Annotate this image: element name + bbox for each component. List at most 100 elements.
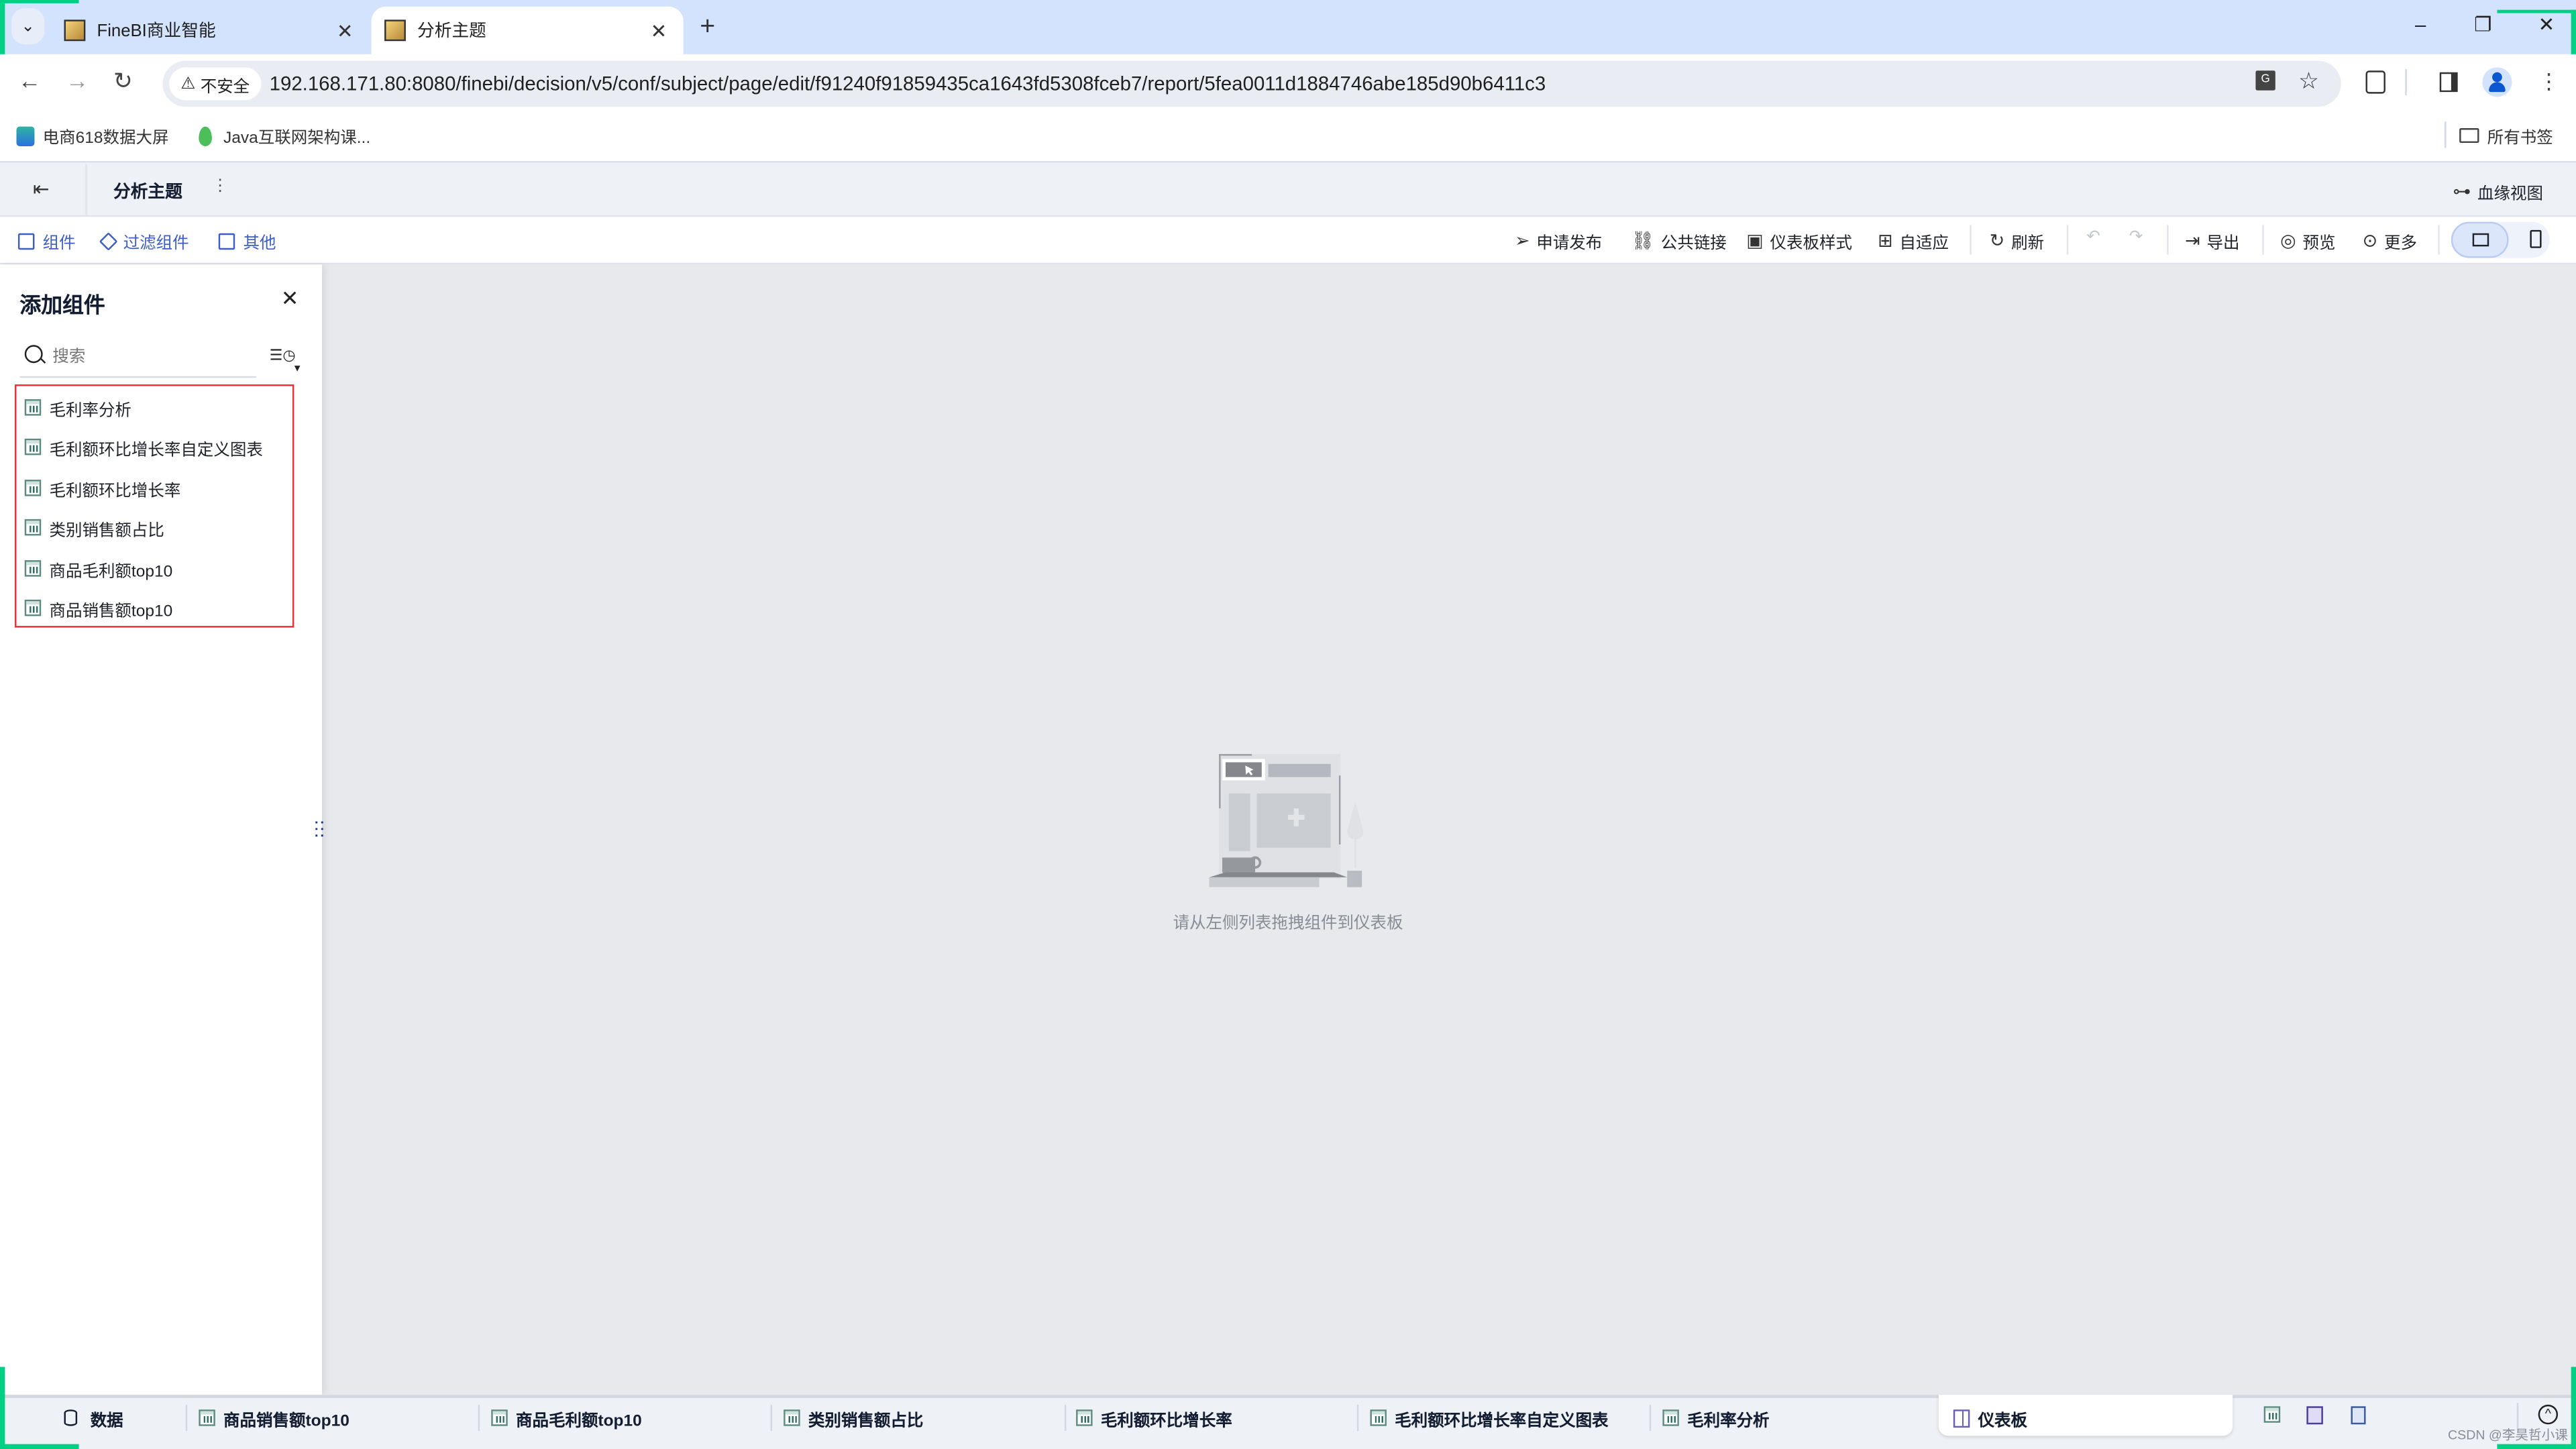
more-button[interactable]: ⊙ 更多 [2363, 228, 2417, 253]
empty-state-text: 请从左侧列表拖拽组件到仪表板 [1173, 915, 1403, 934]
component-item[interactable]: 商品毛利额top10 [24, 550, 172, 586]
close-window-button[interactable]: ✕ [2538, 13, 2555, 36]
component-item[interactable]: 毛利额环比增长率自定义图表 [24, 429, 263, 465]
bookmark-label: Java互联网架构课... [223, 129, 371, 148]
toolbar-divider [2262, 225, 2264, 255]
refresh-button[interactable]: ↻ 刷新 [1990, 228, 2044, 253]
publish-button[interactable]: ➢ 申请发布 [1515, 228, 1602, 253]
close-tab-icon[interactable]: ✕ [651, 19, 667, 42]
button-label: 仪表板样式 [1770, 235, 1852, 254]
preview-button[interactable]: ◎ 预览 [2280, 228, 2335, 253]
tab-filter-components[interactable]: 过滤组件 [99, 228, 189, 253]
recent-sort-icon[interactable]: ☰◷ [270, 347, 296, 365]
component-item[interactable]: 毛利额环比增长率 [24, 470, 180, 506]
caret-down-icon[interactable]: ▼ [292, 365, 303, 375]
desktop-view-button[interactable] [2451, 221, 2509, 258]
filter-component-icon [99, 231, 118, 250]
restore-button[interactable]: ❐ [2474, 13, 2491, 36]
export-button[interactable]: ⇥ 导出 [2185, 228, 2239, 253]
send-icon: ➢ [1514, 231, 1530, 252]
minimize-button[interactable]: – [2415, 13, 2426, 36]
browser-tab-finebi[interactable]: FineBI商业智能 ✕ [59, 7, 370, 54]
export-icon: ⇥ [2185, 231, 2200, 252]
chart-icon [1076, 1409, 1093, 1426]
bottom-tab-component[interactable]: 商品销售额top10 [199, 1405, 350, 1431]
tab-divider [478, 1404, 480, 1432]
panel-resize-handle[interactable] [315, 820, 325, 839]
refresh-icon: ↻ [1989, 231, 2005, 252]
browser-menu-icon[interactable]: ⋮ [2538, 69, 2560, 95]
bottom-tab-component[interactable]: 商品毛利额top10 [491, 1405, 642, 1431]
all-bookmarks-label: 所有书签 [2487, 129, 2553, 148]
tab-other[interactable]: 其他 [218, 228, 276, 254]
subject-more-icon[interactable]: ⋮ [212, 177, 228, 195]
tab-label: 其他 [243, 235, 276, 254]
tab-divider [1649, 1404, 1652, 1432]
profile-avatar[interactable] [2482, 67, 2512, 97]
public-link-button[interactable]: ⛓ 公共链接 [1631, 228, 1727, 253]
url-text[interactable]: 192.168.171.80:8080/finebi/decision/v5/c… [270, 72, 1546, 95]
dashboard-tab[interactable]: 仪表板 [1953, 1405, 2027, 1431]
all-bookmarks-button[interactable]: 所有书签 [2459, 123, 2553, 148]
security-chip[interactable]: ⚠ 不安全 [169, 67, 262, 101]
dashboard-style-button[interactable]: ▣ 仪表板样式 [1746, 228, 1852, 253]
subject-header [0, 162, 2576, 217]
translate-icon[interactable]: G [2255, 70, 2275, 91]
component-item[interactable]: 类别销售额占比 [24, 509, 164, 545]
button-label: 更多 [2384, 235, 2417, 254]
mobile-view-button[interactable] [2530, 229, 2542, 248]
forward-button[interactable]: → [66, 67, 89, 93]
redo-button[interactable]: ↷ [2129, 228, 2143, 246]
bookmark-item[interactable]: Java互联网架构课... [199, 123, 370, 148]
bottom-tab-component[interactable]: 毛利率分析 [1662, 1405, 1770, 1431]
toolbar-divider [1970, 225, 1972, 255]
capture-border [2497, 9, 2576, 13]
tab-components[interactable]: 组件 [17, 228, 76, 253]
side-panel-icon[interactable] [2439, 72, 2458, 93]
dashboard-app-icon [16, 125, 35, 146]
reload-button[interactable]: ↻ [113, 67, 133, 95]
chart-icon [24, 519, 42, 536]
data-tab[interactable]: 数据 [64, 1405, 123, 1431]
lineage-view-button[interactable]: ⊶ 血缘视图 [2453, 179, 2543, 204]
component-item[interactable]: 商品销售额top10 [24, 590, 172, 626]
search-input[interactable] [52, 343, 250, 370]
bookmark-star-icon[interactable]: ☆ [2298, 67, 2319, 95]
button-label: 预览 [2302, 235, 2336, 254]
undo-button[interactable]: ↶ [2086, 228, 2100, 246]
collapse-up-icon[interactable]: ^ [2538, 1404, 2559, 1425]
subject-title[interactable]: 分析主题 [113, 179, 182, 204]
tab-search-dropdown[interactable]: ⌄ [11, 8, 45, 45]
bottom-tab-component[interactable]: 毛利额环比增长率 [1076, 1405, 1232, 1431]
bottom-tab-component[interactable]: 类别销售额占比 [784, 1405, 923, 1431]
tab-divider [1064, 1404, 1067, 1432]
bookmarks-bar [0, 113, 2576, 163]
folder-icon [2459, 128, 2479, 144]
tab-title: FineBI商业智能 [97, 21, 216, 42]
tab-label: 类别销售额占比 [808, 1411, 924, 1430]
add-component-button[interactable] [2263, 1406, 2289, 1428]
add-dashboard-button[interactable] [2306, 1406, 2323, 1425]
bottom-tab-component[interactable]: 毛利额环比增长率自定义图表 [1370, 1405, 1609, 1431]
button-label: 导出 [2206, 235, 2240, 254]
close-panel-icon[interactable]: ✕ [281, 286, 299, 312]
bookmark-item[interactable]: 电商618数据大屏 [16, 123, 168, 148]
bookmarks-divider [2445, 121, 2447, 148]
extensions-icon[interactable] [2365, 70, 2385, 94]
security-label: 不安全 [200, 78, 250, 97]
browser-tab-analysis[interactable]: 分析主题 ✕ [371, 6, 684, 54]
adaptive-button[interactable]: ⊞ 自适应 [1878, 228, 1949, 253]
search-underline [19, 376, 257, 378]
tab-divider [770, 1404, 773, 1432]
toolbar-divider [2167, 225, 2169, 255]
back-button[interactable]: ← [18, 67, 41, 93]
tomcat-favicon-icon [64, 19, 86, 42]
bookmark-label: 电商618数据大屏 [42, 129, 169, 148]
new-tab-button[interactable]: + [700, 13, 715, 43]
button-label: 公共链接 [1660, 235, 1727, 254]
close-tab-icon[interactable]: ✕ [337, 19, 354, 42]
add-story-button[interactable] [2351, 1406, 2366, 1425]
exit-icon[interactable]: ⇤ [33, 177, 50, 200]
component-item[interactable]: 毛利率分析 [24, 389, 131, 425]
dashboard-layout-icon [1953, 1409, 1970, 1427]
